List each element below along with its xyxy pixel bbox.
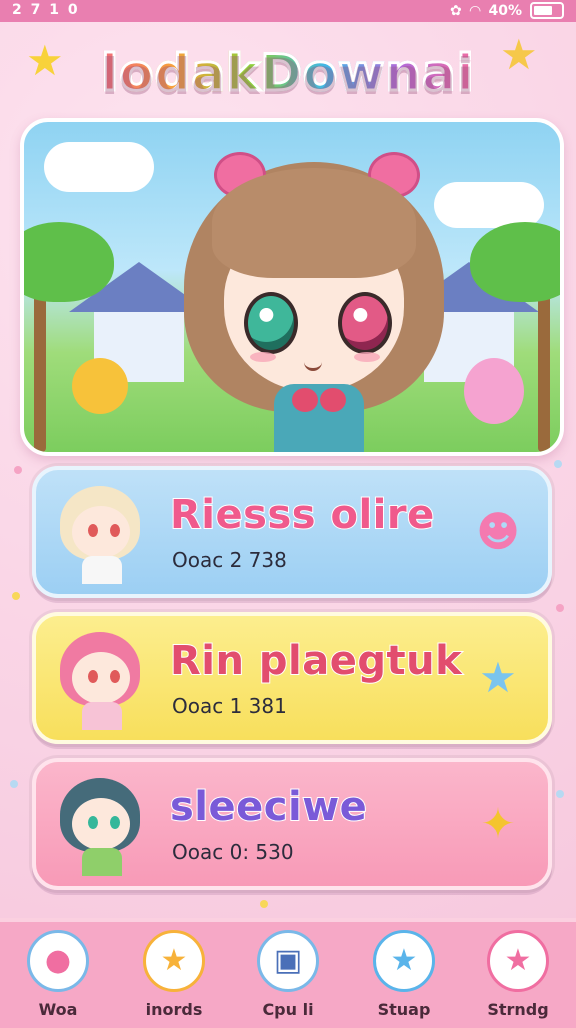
nav-item-strndg[interactable]: ★ Strndg xyxy=(468,930,568,1019)
star-character-icon: ★ xyxy=(143,930,205,992)
nav-item-stuap[interactable]: ★ Stuap xyxy=(354,930,454,1019)
status-time: 2 7 1 0 xyxy=(12,2,80,18)
nav-label: Stuap xyxy=(377,1000,431,1019)
battery-percent: 40% xyxy=(488,2,522,19)
wifi-icon: ◠ xyxy=(469,2,481,19)
battery-icon xyxy=(530,2,564,19)
app-title: lodakDownai xyxy=(100,43,476,104)
bottom-nav: ● Woa ★ inords ▣ Cpu li ★ Stuap ★ Strndg xyxy=(0,918,576,1028)
balloon-icon xyxy=(464,358,524,424)
character-card-3[interactable]: sleeciwe Ooac 0: 530 ✦ xyxy=(32,758,552,890)
character-card-2[interactable]: Rin plaegtuk Ooac 1 381 ★ xyxy=(32,612,552,744)
nav-item-woa[interactable]: ● Woa xyxy=(8,930,108,1019)
avatar xyxy=(52,772,152,876)
avatar xyxy=(52,626,152,730)
nav-label: Woa xyxy=(38,1000,78,1019)
settings-icon: ✿ xyxy=(449,2,462,19)
hero-illustration xyxy=(20,118,564,456)
nav-item-inords[interactable]: ★ inords xyxy=(124,930,224,1019)
nav-label: inords xyxy=(145,1000,203,1019)
nav-label: Cpu li xyxy=(262,1000,314,1019)
pink-star-icon: ★ xyxy=(487,930,549,992)
card-title: sleeciwe xyxy=(169,783,368,831)
blue-star-icon: ★ xyxy=(373,930,435,992)
status-bar: 2 7 1 0 ✿ ◠ 40% xyxy=(0,0,576,22)
nav-item-cpu-li[interactable]: ▣ Cpu li xyxy=(238,930,338,1019)
character-card-1[interactable]: Riesss olire Ooac 2 738 ☻ xyxy=(32,466,552,598)
card-title: Riesss olire xyxy=(169,491,435,539)
card-title: Rin plaegtuk xyxy=(169,637,463,685)
magic-wand-icon: ✦ xyxy=(480,799,516,848)
pig-icon: ● xyxy=(27,930,89,992)
book-icon: ▣ xyxy=(257,930,319,992)
star-face-icon: ★ xyxy=(479,653,517,702)
card-subtitle: Ooac 1 381 xyxy=(172,694,287,718)
cat-face-icon: ☻ xyxy=(476,507,520,556)
card-subtitle: Ooac 2 738 xyxy=(172,548,287,572)
card-subtitle: Ooac 0: 530 xyxy=(172,840,294,864)
avatar xyxy=(52,480,152,584)
balloon-icon xyxy=(72,358,128,414)
nav-label: Strndg xyxy=(487,1000,549,1019)
character-portrait xyxy=(164,152,464,452)
